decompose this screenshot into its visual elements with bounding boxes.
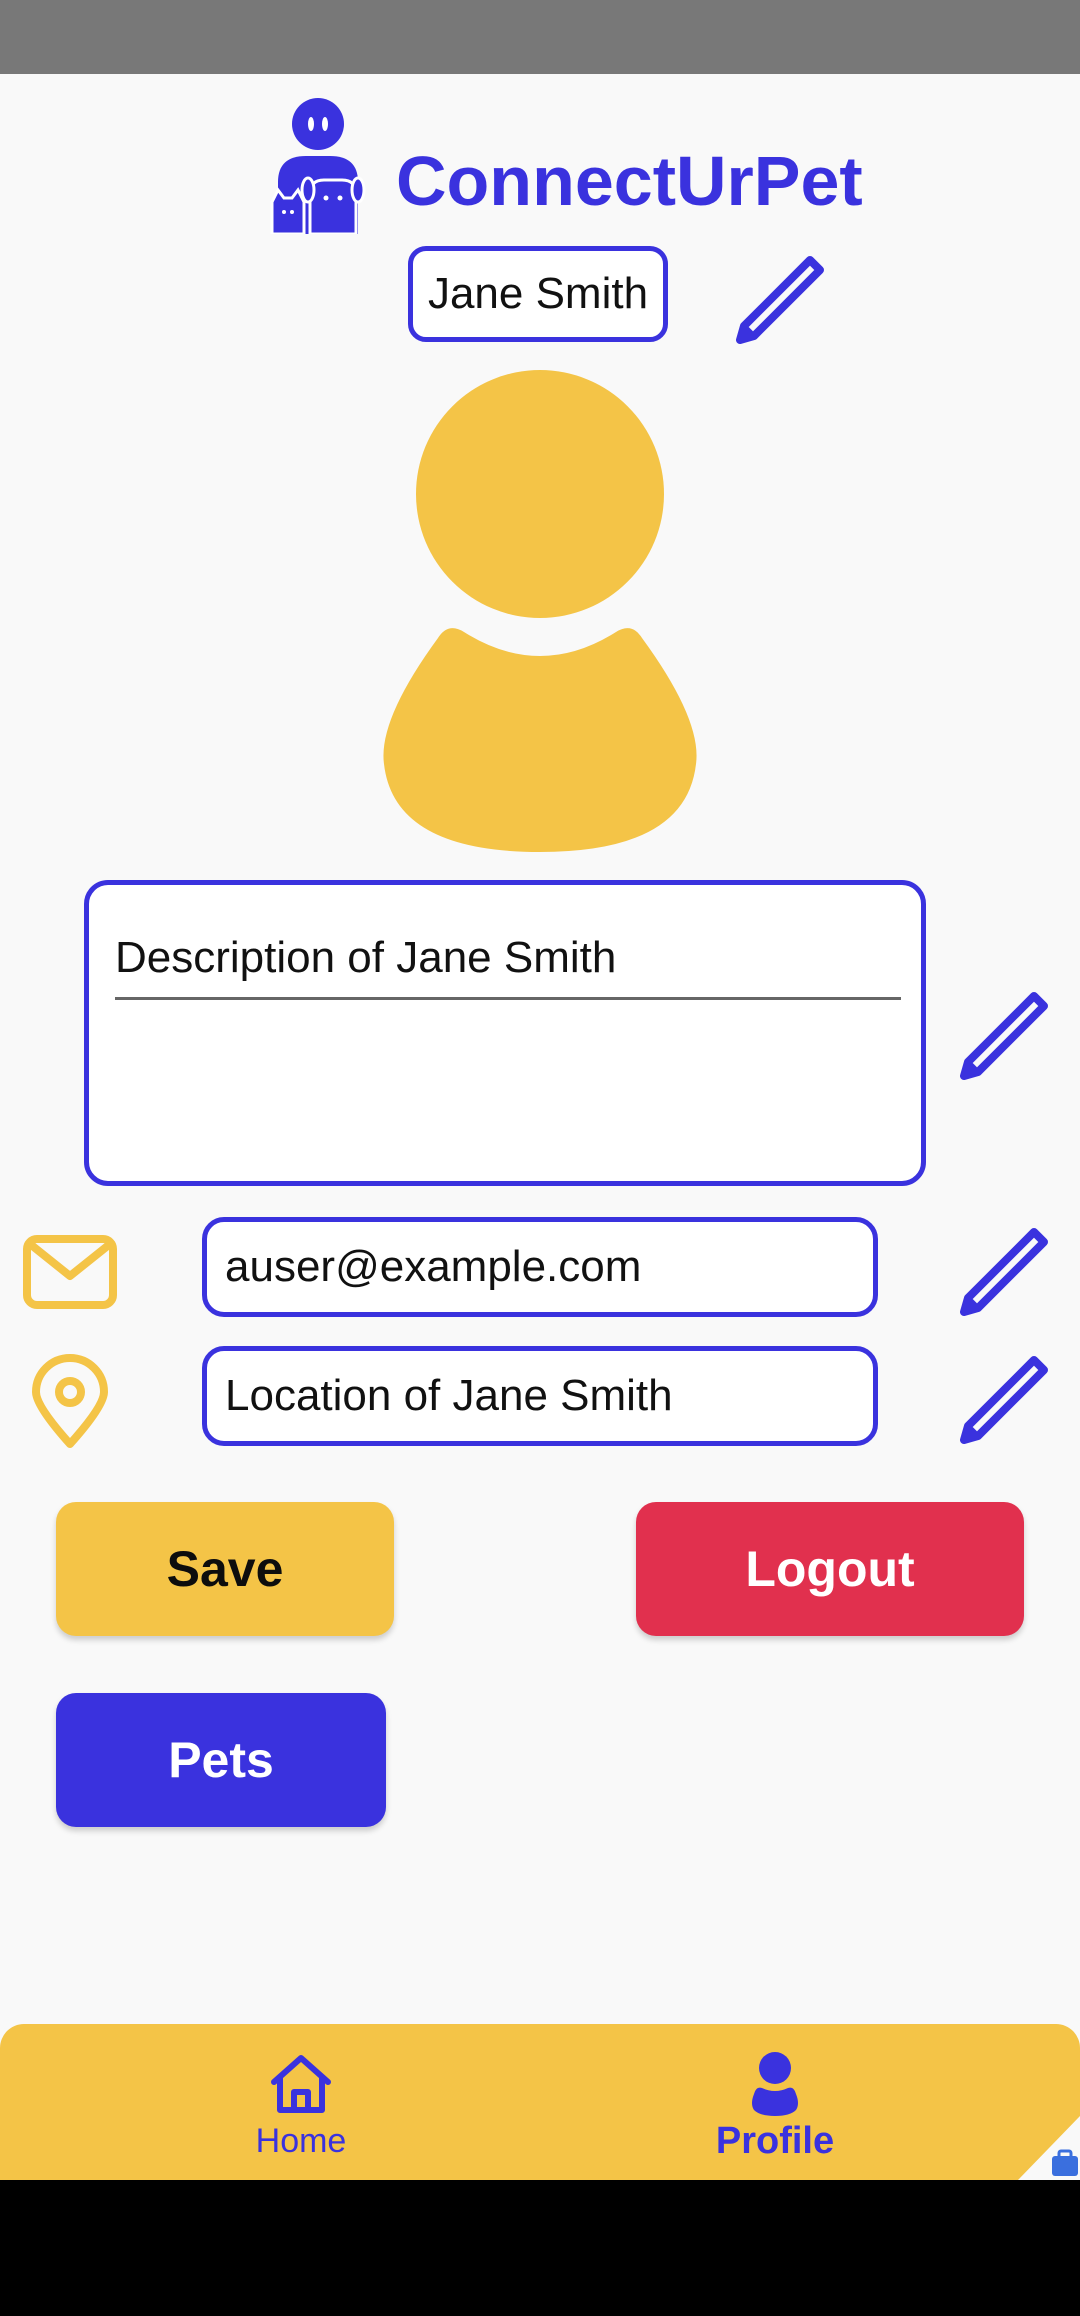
nav-item-profile[interactable]: Profile	[700, 2024, 850, 2180]
home-icon	[268, 2050, 334, 2116]
email-field[interactable]: auser@example.com	[202, 1217, 878, 1317]
avatar-icon[interactable]	[378, 370, 702, 852]
edit-description-pencil-icon[interactable]	[958, 986, 1054, 1082]
logout-button[interactable]: Logout	[636, 1502, 1024, 1636]
bottom-navigation: Home Profile	[0, 2024, 1080, 2180]
save-button[interactable]: Save	[56, 1502, 394, 1636]
pets-button[interactable]: Pets	[56, 1693, 386, 1827]
nav-label-profile: Profile	[715, 2120, 835, 2162]
location-field[interactable]: Location of Jane Smith	[202, 1346, 878, 1446]
system-navigation-bar	[0, 2180, 1080, 2316]
description-field[interactable]: Description of Jane Smith	[84, 880, 926, 1186]
app-title: ConnectUrPet	[396, 142, 863, 220]
person-icon	[742, 2050, 808, 2116]
mail-icon	[22, 1234, 118, 1310]
edit-location-pencil-icon[interactable]	[958, 1350, 1054, 1446]
edit-email-pencil-icon[interactable]	[958, 1222, 1054, 1318]
app-logo	[270, 98, 366, 236]
status-bar	[0, 0, 1080, 74]
location-pin-icon	[30, 1354, 110, 1450]
nav-item-home[interactable]: Home	[230, 2024, 372, 2180]
corner-briefcase-icon	[1018, 2116, 1080, 2180]
nav-label-home: Home	[255, 2122, 347, 2160]
name-field[interactable]: Jane Smith	[408, 246, 668, 342]
edit-name-pencil-icon[interactable]	[734, 250, 830, 346]
description-input[interactable]: Description of Jane Smith	[115, 933, 901, 1000]
